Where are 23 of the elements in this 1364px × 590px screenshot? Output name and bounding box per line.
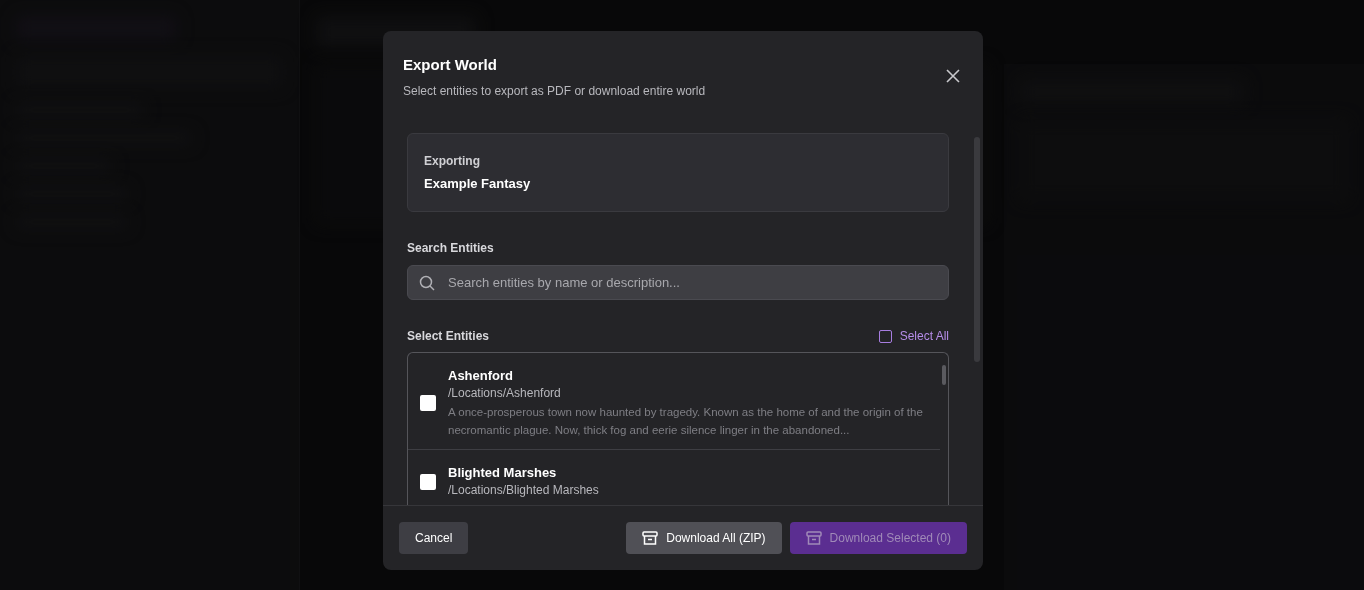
search-field[interactable]: Search entities by name or description... bbox=[407, 265, 949, 300]
entity-checkbox[interactable] bbox=[420, 473, 436, 490]
entity-name: Ashenford bbox=[448, 367, 514, 384]
download-button[interactable]: Download All (ZIP) bbox=[626, 522, 782, 554]
cancel-button[interactable]: Cancel bbox=[399, 522, 469, 554]
exporting-label: Exporting bbox=[424, 153, 481, 169]
archive-icon bbox=[805, 530, 822, 546]
entity-name: Blighted Marshes bbox=[448, 464, 558, 481]
search-label: Search Entities bbox=[407, 240, 495, 256]
entity-path: /Locations/Ashenford bbox=[448, 385, 562, 402]
search-icon bbox=[419, 275, 435, 291]
list-scrollbar-thumb[interactable] bbox=[942, 365, 946, 385]
world-name: Example Fantasy bbox=[424, 175, 532, 193]
select-all-checkbox[interactable]: Select All bbox=[878, 328, 949, 344]
close-button[interactable] bbox=[945, 68, 961, 84]
entity-checkbox[interactable] bbox=[420, 395, 436, 411]
select-entities-label: Select Entities bbox=[407, 328, 490, 344]
close-icon bbox=[946, 69, 960, 83]
archive-icon bbox=[642, 530, 659, 546]
entity-path: /Locations/Blighted Marshes bbox=[448, 482, 599, 499]
dialog-subtitle: Select entities to export as PDF or download entire world bbox=[403, 83, 706, 99]
dialog-title: Export World bbox=[403, 55, 497, 75]
entity-description: A once-prosperous town now haunted by tragedy. Known as the home of and the origin of the necromantic plague. Now, thick fog and eerie silence linger in the abandoned... bbox=[448, 405, 924, 438]
